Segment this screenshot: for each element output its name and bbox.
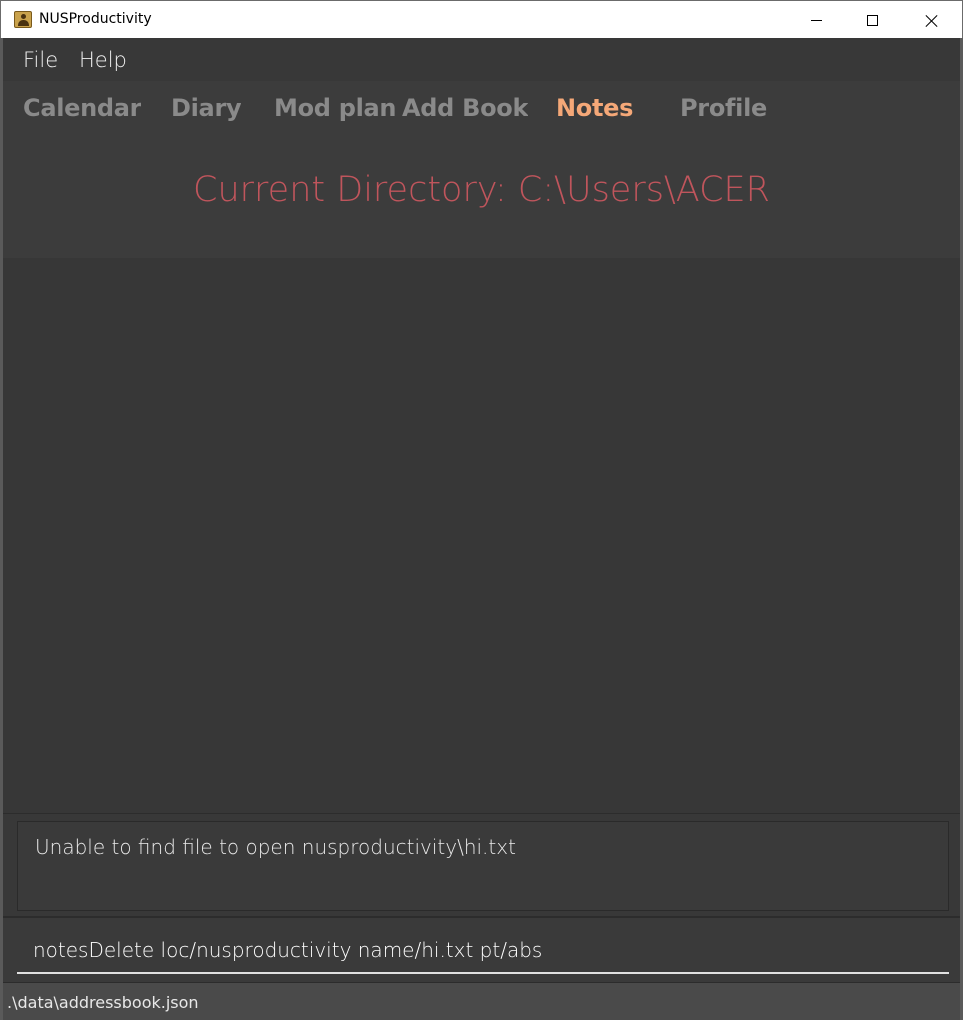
tab-calendar[interactable]: Calendar bbox=[23, 93, 141, 121]
tab-notes[interactable]: Notes bbox=[556, 93, 633, 121]
tab-mod-plan[interactable]: Mod plan bbox=[274, 93, 396, 121]
minimize-button[interactable] bbox=[793, 1, 839, 39]
close-icon bbox=[925, 14, 938, 27]
app-window: File Help Calendar Diary Mod plan Add Bo… bbox=[0, 38, 963, 1020]
close-button[interactable] bbox=[908, 1, 954, 39]
tab-add-book[interactable]: Add Book bbox=[402, 93, 528, 121]
menu-file[interactable]: File bbox=[23, 48, 58, 72]
maximize-icon bbox=[866, 14, 878, 26]
result-message: Unable to find file to open nusproductiv… bbox=[35, 835, 516, 859]
menu-help[interactable]: Help bbox=[79, 48, 127, 72]
notes-content-area bbox=[3, 258, 960, 813]
maximize-button[interactable] bbox=[849, 1, 895, 39]
command-input[interactable] bbox=[17, 928, 949, 974]
result-display: Unable to find file to open nusproductiv… bbox=[17, 821, 949, 911]
tab-panel: Calendar Diary Mod plan Add Book Notes P… bbox=[3, 81, 960, 258]
minimize-icon bbox=[810, 19, 822, 21]
tab-profile[interactable]: Profile bbox=[680, 93, 767, 121]
current-directory-label: Current Directory: C:\Users\ACER bbox=[193, 170, 770, 210]
save-file-path: .\data\addressbook.json bbox=[7, 993, 199, 1012]
result-display-panel: Unable to find file to open nusproductiv… bbox=[3, 813, 960, 916]
app-icon bbox=[14, 11, 32, 28]
command-box-panel bbox=[3, 916, 960, 982]
window-title-bar[interactable]: NUSProductivity bbox=[0, 0, 963, 38]
status-bar: .\data\addressbook.json bbox=[3, 982, 960, 1020]
window-title: NUSProductivity bbox=[39, 11, 152, 27]
tab-diary[interactable]: Diary bbox=[171, 93, 241, 121]
menu-bar: File Help bbox=[3, 38, 960, 81]
